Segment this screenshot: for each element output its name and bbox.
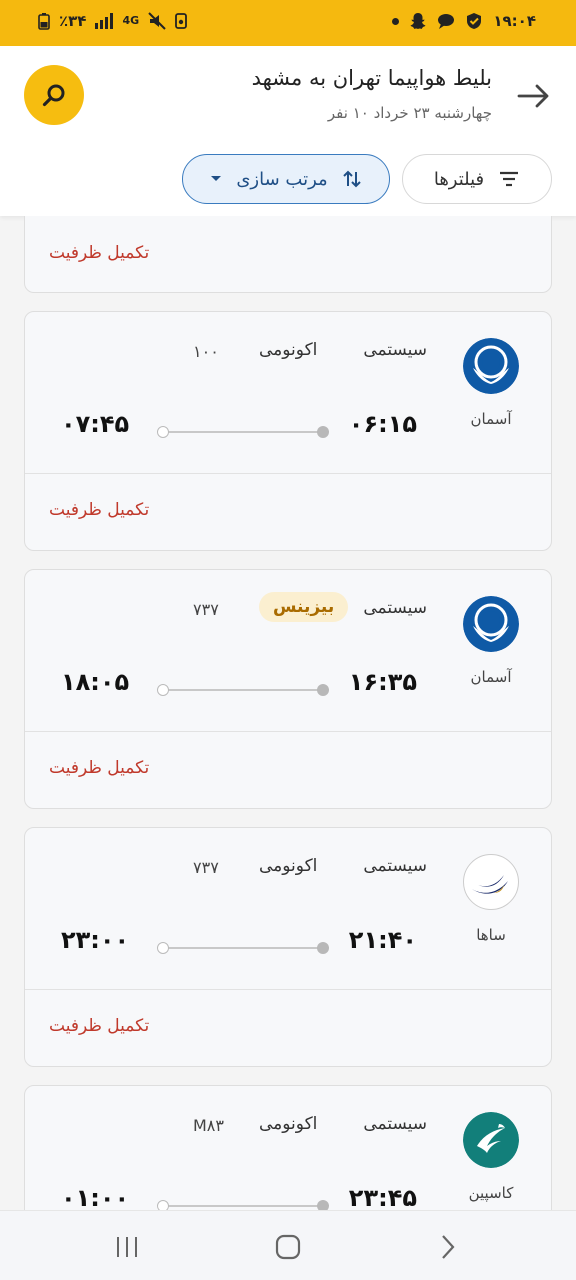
aseman-logo-icon xyxy=(463,338,519,394)
card-footer: تکمیل ظرفیت xyxy=(25,990,551,1066)
flight-type: سیستمی xyxy=(363,598,427,618)
card-body: ساها سیستمی اکونومی ۷۳۷ ۲۱:۴۰ ۲۳:۰۰ xyxy=(25,828,551,990)
route-line xyxy=(157,684,329,696)
flight-type: سیستمی xyxy=(363,340,427,360)
network-type: 4G xyxy=(122,14,140,27)
storage-icon xyxy=(175,12,188,30)
departure-time: ۲۱:۴۰ xyxy=(348,926,417,954)
sort-button[interactable]: مرتب سازی xyxy=(182,154,390,204)
shield-check-icon xyxy=(465,12,483,30)
chat-bubble-icon xyxy=(437,12,455,30)
flight-card[interactable]: آسمان سیستمی اکونومی ۱۰۰ ۰۶:۱۵ ۰۷:۴۵ تکم… xyxy=(24,311,552,551)
departure-time: ۰۶:۱۵ xyxy=(348,410,417,438)
arrival-time: ۲۳:۰۰ xyxy=(61,926,130,954)
filters-label: فیلترها xyxy=(433,168,485,190)
arrival-time: ۰۷:۴۵ xyxy=(61,410,130,438)
chevron-right-icon xyxy=(442,1235,455,1259)
signal-icon xyxy=(95,12,114,30)
capacity-status: تکمیل ظرفیت xyxy=(49,758,150,778)
aircraft-model: M۸۳ xyxy=(193,1116,224,1135)
sort-arrows-icon xyxy=(342,170,361,188)
status-right: ۱۹:۰۴ xyxy=(392,12,536,30)
route-line xyxy=(157,1200,329,1210)
capacity-status: تکمیل ظرفیت xyxy=(49,243,150,263)
flight-card-partial[interactable]: تکمیل ظرفیت xyxy=(24,216,552,293)
card-footer: تکمیل ظرفیت xyxy=(25,474,551,550)
route-line xyxy=(157,426,329,438)
cabin-class-badge: بیزینس xyxy=(259,592,349,622)
cabin-class: اکونومی xyxy=(259,1114,318,1134)
flight-card[interactable]: آسمان سیستمی بیزینس ۷۳۷ ۱۶:۳۵ ۱۸:۰۵ تکمی… xyxy=(24,569,552,809)
card-body: آسمان سیستمی اکونومی ۱۰۰ ۰۶:۱۵ ۰۷:۴۵ xyxy=(25,312,551,474)
aircraft-model: ۷۳۷ xyxy=(193,858,219,877)
airline-name: آسمان xyxy=(470,410,512,428)
page-title: بلیط هواپیما تهران به مشهد xyxy=(251,66,492,90)
aircraft-model: ۱۰۰ xyxy=(193,342,219,361)
back-button[interactable] xyxy=(514,76,554,116)
airline-name: ساها xyxy=(476,926,506,944)
card-footer: تکمیل ظرفیت xyxy=(25,216,551,292)
card-body: آسمان سیستمی بیزینس ۷۳۷ ۱۶:۳۵ ۱۸:۰۵ xyxy=(25,570,551,732)
recent-apps-icon xyxy=(117,1237,137,1257)
capacity-status: تکمیل ظرفیت xyxy=(49,500,150,520)
mute-icon xyxy=(148,12,166,30)
airline-name: آسمان xyxy=(470,668,512,686)
search-button[interactable] xyxy=(24,65,84,125)
cabin-class: اکونومی xyxy=(259,340,318,360)
system-nav-bar xyxy=(0,1210,576,1280)
card-footer: تکمیل ظرفیت xyxy=(25,732,551,808)
route-line xyxy=(157,942,329,954)
snapchat-icon xyxy=(409,12,427,30)
app-root: ٪۳۴ 4G ۱۹:۰۴ بلیط هواپیما تهران به مشهد … xyxy=(0,0,576,1280)
departure-time: ۱۶:۳۵ xyxy=(348,668,417,696)
status-time: ۱۹:۰۴ xyxy=(493,12,536,30)
arrow-right-icon xyxy=(517,84,549,108)
aseman-logo-icon xyxy=(463,596,519,652)
card-body: کاسپین سیستمی اکونومی M۸۳ ۲۳:۴۵ ۰۱:۰۰ xyxy=(25,1086,551,1210)
aircraft-model: ۷۳۷ xyxy=(193,600,219,619)
caspian-logo-icon xyxy=(463,1112,519,1168)
back-nav-button[interactable] xyxy=(434,1233,462,1261)
flight-list: تکمیل ظرفیت آسمان سیستمی اکونومی ۱۰۰ ۰۶:… xyxy=(0,216,576,1210)
capacity-status: تکمیل ظرفیت xyxy=(49,1016,150,1036)
notification-dot-icon xyxy=(392,17,400,25)
arrival-time: ۱۸:۰۵ xyxy=(61,668,130,696)
filters-button[interactable]: فیلترها xyxy=(402,154,552,204)
battery-icon xyxy=(38,12,50,30)
saha-logo-icon xyxy=(463,854,519,910)
departure-time: ۲۳:۴۵ xyxy=(348,1184,417,1210)
sort-label: مرتب سازی xyxy=(236,168,328,190)
caret-down-icon xyxy=(211,176,222,181)
flight-card[interactable]: ساها سیستمی اکونومی ۷۳۷ ۲۱:۴۰ ۲۳:۰۰ تکمی… xyxy=(24,827,552,1067)
cabin-class: اکونومی xyxy=(259,856,318,876)
airline-name: کاسپین xyxy=(468,1184,514,1202)
search-icon xyxy=(42,84,65,107)
flight-type: سیستمی xyxy=(363,1114,427,1134)
status-bar: ٪۳۴ 4G ۱۹:۰۴ xyxy=(0,0,576,46)
battery-percent: ٪۳۴ xyxy=(59,12,87,30)
home-button[interactable] xyxy=(274,1233,302,1261)
arrival-time: ۰۱:۰۰ xyxy=(61,1184,130,1210)
filter-icon xyxy=(500,171,519,187)
flight-card[interactable]: کاسپین سیستمی اکونومی M۸۳ ۲۳:۴۵ ۰۱:۰۰ xyxy=(24,1085,552,1210)
page-header: بلیط هواپیما تهران به مشهد چهارشنبه ۲۳ خ… xyxy=(0,46,576,216)
recent-apps-button[interactable] xyxy=(113,1233,141,1261)
flight-type: سیستمی xyxy=(363,856,427,876)
home-icon xyxy=(275,1234,301,1260)
trip-summary: چهارشنبه ۲۳ خرداد ۱۰ نفر xyxy=(327,104,492,122)
status-left: ٪۳۴ 4G xyxy=(38,12,188,30)
